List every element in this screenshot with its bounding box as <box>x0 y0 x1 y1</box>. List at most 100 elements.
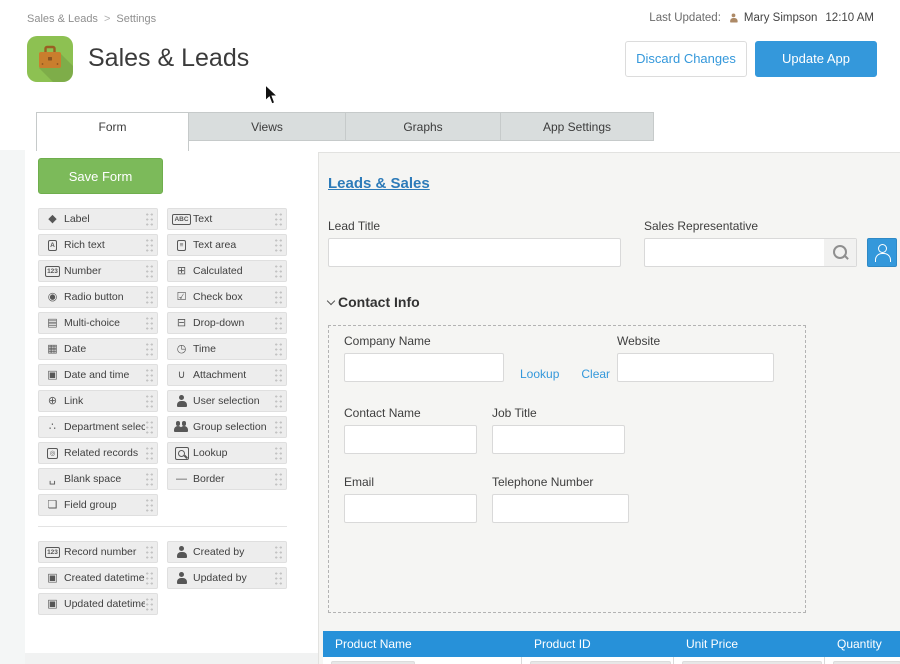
drag-handle-icon[interactable] <box>145 290 154 305</box>
palette-item-link[interactable]: ⊕Link <box>38 390 158 412</box>
drag-handle-icon[interactable] <box>274 394 283 409</box>
drag-handle-icon[interactable] <box>145 368 154 383</box>
palette-item-department-selection[interactable]: ∴Department selection <box>38 416 158 438</box>
drag-handle-icon[interactable] <box>274 290 283 305</box>
drag-handle-icon[interactable] <box>274 368 283 383</box>
palette-item-text[interactable]: ABCText <box>167 208 287 230</box>
list-icon: ▤ <box>44 318 61 329</box>
last-updated-time: 12:10 AM <box>825 12 874 24</box>
tab-bar: FormViewsGraphsApp Settings <box>36 112 654 151</box>
save-form-button[interactable]: Save Form <box>38 158 163 194</box>
field-palette-grid: ◆Label ABCText ARich text ≡Text area 123Numb… <box>38 208 287 516</box>
drag-handle-icon[interactable] <box>274 545 283 560</box>
sales-rep-search-button[interactable] <box>824 239 856 266</box>
telephone-number-input[interactable] <box>492 494 629 523</box>
palette-item-drop-down[interactable]: ⊟Drop-down <box>167 312 287 334</box>
drag-handle-icon[interactable] <box>145 446 154 461</box>
drag-handle-icon[interactable] <box>145 394 154 409</box>
palette-item-updated-by[interactable]: Updated by <box>167 567 287 589</box>
magnifier-box-icon <box>173 447 190 460</box>
palette-item-field-group[interactable]: ❏Field group <box>38 494 158 516</box>
contact-info-title: Contact Info <box>338 294 420 310</box>
lead-title-input[interactable] <box>328 238 621 267</box>
tab-app-settings[interactable]: App Settings <box>501 112 654 141</box>
palette-item-label: Lookup <box>193 447 274 459</box>
drag-handle-icon[interactable] <box>145 420 154 435</box>
sales-rep-input[interactable] <box>645 239 824 266</box>
chevron-down-icon <box>327 297 335 305</box>
palette-item-attachment[interactable]: ∪Attachment <box>167 364 287 386</box>
palette-item-radio-button[interactable]: ◉Radio button <box>38 286 158 308</box>
form-field-job-title: Job Title <box>492 406 625 454</box>
page-margin-bottom <box>25 653 318 664</box>
drag-handle-icon[interactable] <box>145 264 154 279</box>
update-app-button[interactable]: Update App <box>755 41 877 77</box>
paperclip-icon: ∪ <box>173 370 190 381</box>
drag-handle-icon[interactable] <box>145 342 154 357</box>
clear-link[interactable]: Clear <box>581 367 610 381</box>
form-field-contact-name: Contact Name <box>344 406 477 454</box>
globe-icon: ⊕ <box>44 396 61 407</box>
radio-icon: ◉ <box>44 292 61 303</box>
contact-info-toggle[interactable]: Contact Info <box>328 294 420 310</box>
drag-handle-icon[interactable] <box>145 498 154 513</box>
palette-item-created-by[interactable]: Created by <box>167 541 287 563</box>
drag-handle-icon[interactable] <box>274 571 283 586</box>
sales-rep-user-picker-button[interactable] <box>867 238 897 267</box>
palette-item-text-area[interactable]: ≡Text area <box>167 234 287 256</box>
palette-item-time[interactable]: ◷Time <box>167 338 287 360</box>
palette-item-multi-choice[interactable]: ▤Multi-choice <box>38 312 158 334</box>
drag-handle-icon[interactable] <box>145 472 154 487</box>
form-table-link[interactable]: Leads & Sales <box>328 175 430 192</box>
palette-item-created-datetime[interactable]: ▣Created datetime <box>38 567 158 589</box>
drag-handle-icon[interactable] <box>274 264 283 279</box>
drag-handle-icon[interactable] <box>274 316 283 331</box>
tab-views[interactable]: Views <box>189 112 346 141</box>
palette-item-date[interactable]: ▦Date <box>38 338 158 360</box>
palette-item-date-and-time[interactable]: ▣Date and time <box>38 364 158 386</box>
job-title-input[interactable] <box>492 425 625 454</box>
palette-item-record-number[interactable]: 123Record number <box>38 541 158 563</box>
palette-item-group-selection[interactable]: Group selection <box>167 416 287 438</box>
palette-item-blank-space[interactable]: ␣Blank space <box>38 468 158 490</box>
drag-handle-icon[interactable] <box>274 420 283 435</box>
tab-form[interactable]: Form <box>36 112 189 151</box>
breadcrumb-app-link[interactable]: Sales & Leads <box>27 13 98 25</box>
drag-handle-icon[interactable] <box>145 597 154 612</box>
palette-item-rich-text[interactable]: ARich text <box>38 234 158 256</box>
lookup-link[interactable]: Lookup <box>520 367 559 381</box>
website-input[interactable] <box>617 353 774 382</box>
field-label: Email <box>344 475 477 489</box>
drag-handle-icon[interactable] <box>145 545 154 560</box>
palette-item-related-records[interactable]: ◎Related records <box>38 442 158 464</box>
last-updated-user[interactable]: Mary Simpson <box>744 12 818 24</box>
palette-item-number[interactable]: 123Number <box>38 260 158 282</box>
discard-changes-button[interactable]: Discard Changes <box>625 41 747 77</box>
drag-handle-icon[interactable] <box>145 316 154 331</box>
form-editor-panel: Leads & Sales Lead Title Sales Represent… <box>318 152 900 664</box>
palette-item-border[interactable]: —Border <box>167 468 287 490</box>
form-field-website: Website <box>617 334 774 382</box>
drag-handle-icon[interactable] <box>145 238 154 253</box>
palette-item-lookup[interactable]: Lookup <box>167 442 287 464</box>
palette-item-user-selection[interactable]: User selection <box>167 390 287 412</box>
company-name-input[interactable] <box>344 353 504 382</box>
drag-handle-icon[interactable] <box>274 212 283 227</box>
tab-graphs[interactable]: Graphs <box>346 112 501 141</box>
palette-item-calculated[interactable]: ⊞Calculated <box>167 260 287 282</box>
drag-handle-icon[interactable] <box>145 212 154 227</box>
palette-divider <box>38 526 287 527</box>
palette-item-label[interactable]: ◆Label <box>38 208 158 230</box>
drag-handle-icon[interactable] <box>274 342 283 357</box>
palette-item-updated-datetime[interactable]: ▣Updated datetime <box>38 593 158 615</box>
breadcrumb-page: Settings <box>116 13 156 25</box>
email-input[interactable] <box>344 494 477 523</box>
drag-handle-icon[interactable] <box>274 238 283 253</box>
palette-item-check-box[interactable]: ☑Check box <box>167 286 287 308</box>
contact-name-input[interactable] <box>344 425 477 454</box>
drag-handle-icon[interactable] <box>274 446 283 461</box>
drag-handle-icon[interactable] <box>145 571 154 586</box>
system-field-grid: 123Record number Created by ▣Created datet… <box>38 541 287 615</box>
palette-item-label: Blank space <box>64 473 145 485</box>
drag-handle-icon[interactable] <box>274 472 283 487</box>
